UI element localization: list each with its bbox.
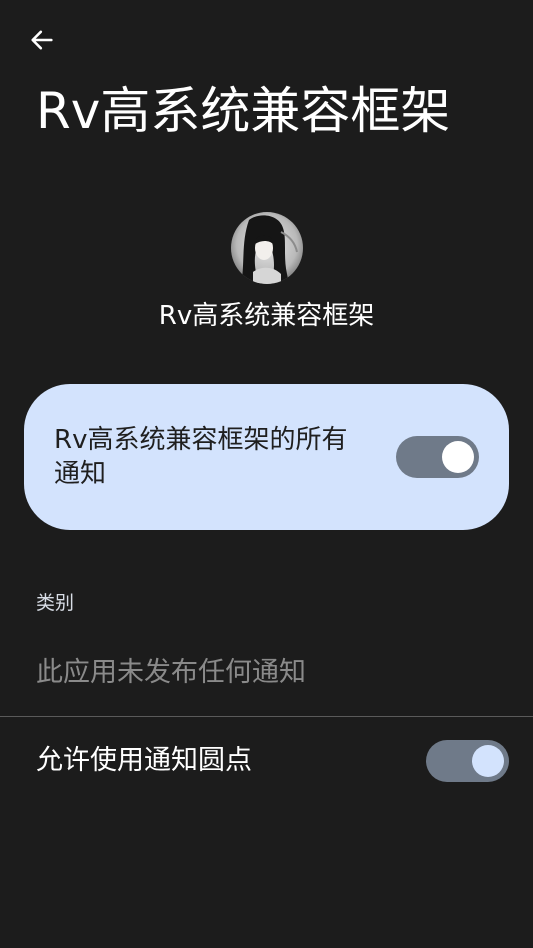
arrow-left-icon bbox=[28, 26, 56, 58]
notification-dot-label: 允许使用通知圆点 bbox=[36, 745, 252, 776]
all-notifications-switch[interactable] bbox=[396, 436, 479, 478]
page-title: Rv高系统兼容框架 bbox=[36, 82, 451, 140]
all-notifications-row[interactable]: Rv高系统兼容框架的所有通知 bbox=[24, 384, 509, 530]
avatar-image bbox=[230, 212, 303, 284]
divider bbox=[0, 716, 533, 717]
switch-thumb bbox=[472, 745, 504, 777]
back-button[interactable] bbox=[22, 22, 62, 62]
categories-section-label: 类别 bbox=[36, 592, 75, 614]
app-header: Rv高系统兼容框架 bbox=[0, 212, 533, 334]
all-notifications-label: Rv高系统兼容框架的所有通知 bbox=[54, 425, 348, 489]
app-avatar bbox=[230, 212, 303, 284]
notification-dot-row[interactable]: 允许使用通知圆点 bbox=[0, 730, 533, 792]
categories-empty-text: 此应用未发布任何通知 bbox=[36, 657, 306, 688]
notification-dot-switch[interactable] bbox=[426, 740, 509, 782]
switch-thumb bbox=[442, 441, 474, 473]
app-name: Rv高系统兼容框架 bbox=[158, 301, 375, 331]
